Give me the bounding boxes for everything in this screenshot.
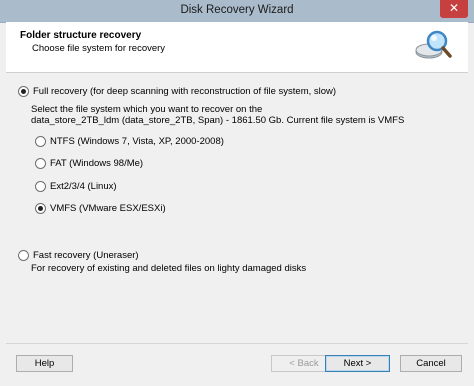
options-panel: Full recovery (for deep scanning with re…: [6, 72, 468, 342]
ext-label: Ext2/3/4 (Linux): [50, 181, 117, 192]
window-title: Disk Recovery Wizard: [180, 4, 294, 16]
filesystem-option-ext[interactable]: Ext2/3/4 (Linux): [35, 181, 117, 192]
filesystem-option-ntfs[interactable]: NTFS (Windows 7, Vista, XP, 2000-2008): [35, 136, 224, 147]
filesystem-option-fat[interactable]: FAT (Windows 98/Me): [35, 158, 143, 169]
ntfs-label: NTFS (Windows 7, Vista, XP, 2000-2008): [50, 136, 224, 147]
vmfs-radio[interactable]: [35, 203, 46, 214]
close-button[interactable]: ✕: [440, 0, 468, 18]
full-recovery-description-line1: Select the file system which you want to…: [31, 104, 263, 115]
close-icon: ✕: [448, 1, 460, 15]
wizard-header: Folder structure recovery Choose file sy…: [6, 22, 468, 73]
fast-recovery-label: Fast recovery (Uneraser): [33, 250, 139, 261]
fat-radio[interactable]: [35, 158, 46, 169]
next-button[interactable]: Next >: [325, 355, 390, 372]
fast-recovery-description: For recovery of existing and deleted fil…: [31, 263, 307, 274]
full-recovery-option[interactable]: Full recovery (for deep scanning with re…: [18, 86, 336, 97]
filesystem-option-vmfs[interactable]: VMFS (VMware ESX/ESXi): [35, 203, 166, 214]
full-recovery-radio[interactable]: [18, 86, 29, 97]
footer-separator: [6, 343, 468, 344]
full-recovery-label: Full recovery (for deep scanning with re…: [33, 86, 337, 97]
vmfs-label: VMFS (VMware ESX/ESXi): [50, 203, 166, 214]
ext-radio[interactable]: [35, 181, 46, 192]
cancel-button[interactable]: Cancel: [400, 355, 462, 372]
wizard-window: Disk Recovery Wizard ✕ Folder structure …: [0, 0, 474, 386]
fast-recovery-radio[interactable]: [18, 250, 29, 261]
header-title: Folder structure recovery: [20, 30, 142, 41]
fast-recovery-option[interactable]: Fast recovery (Uneraser): [18, 250, 139, 261]
magnifier-disk-icon: [415, 30, 452, 59]
fat-label: FAT (Windows 98/Me): [50, 158, 144, 169]
help-button[interactable]: Help: [16, 355, 73, 372]
header-subtitle: Choose file system for recovery: [32, 43, 166, 54]
full-recovery-description-line2: data_store_2TB_ldm (data_store_2TB, Span…: [31, 115, 405, 126]
ntfs-radio[interactable]: [35, 136, 46, 147]
title-bar[interactable]: Disk Recovery Wizard ✕: [0, 0, 474, 23]
